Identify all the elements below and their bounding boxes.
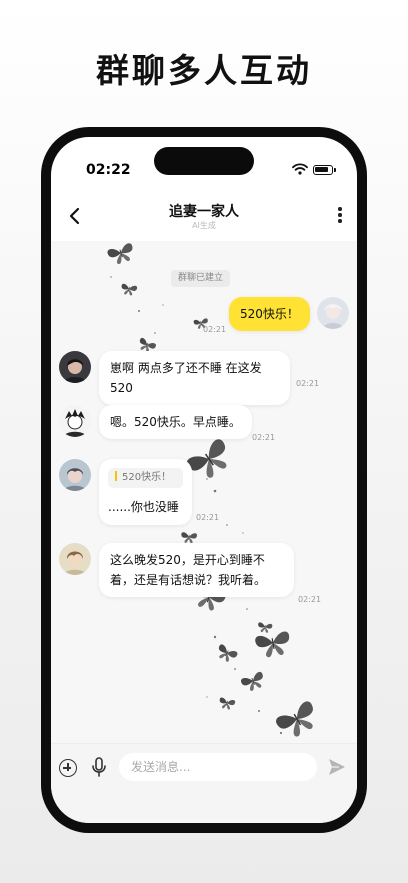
message-text: ......你也没睡: [108, 500, 179, 514]
member-avatar[interactable]: [59, 351, 91, 383]
quote-text: 520快乐！: [122, 472, 172, 483]
message-text: 这么晚发520，是开心到睡不着，还是有话想说？我听着。: [110, 553, 267, 587]
message-time: 02:21: [298, 595, 322, 604]
more-vertical-icon[interactable]: [336, 207, 344, 227]
chat-area[interactable]: 群聊已建立 520快乐！ 02:21 崽啊 两点多了还不睡 在这发520 02:…: [51, 241, 357, 743]
quote-accent-bar: [115, 471, 117, 481]
phone-screen: 02:22 追妻一家人 AI生成 群聊已建立 520快乐！ 02:21 崽啊 两…: [51, 137, 357, 823]
wifi-icon: [292, 163, 308, 175]
message-time: 02:21: [203, 325, 227, 334]
phone-frame: 02:22 追妻一家人 AI生成 群聊已建立 520快乐！ 02:21 崽啊 两…: [41, 127, 367, 833]
message-text: 520快乐！: [240, 307, 299, 321]
message-bubble-me[interactable]: 520快乐！: [229, 297, 310, 331]
message-input[interactable]: [119, 753, 317, 781]
message-bubble-with-quote[interactable]: 520快乐！ ......你也没睡: [99, 459, 192, 525]
system-tip-group-created: 群聊已建立: [171, 270, 231, 287]
message-text: 嗯。520快乐。早点睡。: [110, 415, 241, 429]
message-time: 02:21: [252, 433, 276, 442]
butterfly-background-art: [106, 241, 323, 743]
member-avatar[interactable]: [59, 543, 91, 575]
message-bubble[interactable]: 嗯。520快乐。早点睡。: [99, 405, 252, 439]
message-input-bar: [51, 743, 357, 823]
member-avatar[interactable]: [59, 405, 91, 437]
message-bubble[interactable]: 崽啊 两点多了还不睡 在这发520: [99, 351, 290, 405]
message-text: 崽啊 两点多了还不睡 在这发520: [110, 361, 262, 395]
member-avatar[interactable]: [59, 459, 91, 491]
ai-generated-label: AI生成: [192, 221, 216, 230]
message-time: 02:21: [296, 379, 320, 388]
microphone-icon[interactable]: [91, 757, 107, 779]
message-bubble[interactable]: 这么晚发520，是开心到睡不着，还是有话想说？我听着。: [99, 543, 294, 597]
quoted-message[interactable]: 520快乐！: [108, 468, 183, 488]
promo-headline: 群聊多人互动: [96, 51, 312, 90]
dynamic-island: [154, 147, 254, 175]
message-time: 02:21: [196, 513, 220, 522]
my-avatar[interactable]: [317, 297, 349, 329]
status-time: 02:22: [86, 162, 131, 178]
plus-circle-icon[interactable]: [59, 759, 77, 777]
chat-title: 追妻一家人: [169, 204, 239, 220]
send-icon[interactable]: [328, 758, 346, 776]
battery-icon: [313, 165, 333, 175]
